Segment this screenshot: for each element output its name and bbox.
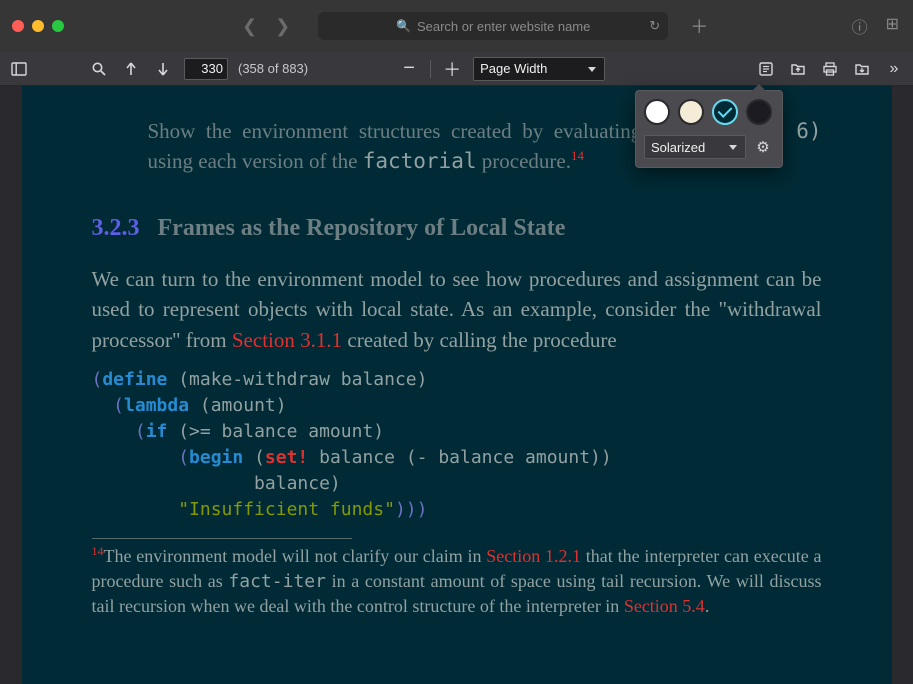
code-keyword: define [102, 369, 167, 390]
pdf-page: Show the environment structures created … [22, 86, 892, 684]
grid-icon[interactable]: ⊞ [886, 14, 899, 38]
window-controls [12, 20, 64, 32]
zoom-select-label: Page Width [480, 61, 547, 76]
document-viewport[interactable]: Show the environment structures created … [0, 86, 913, 684]
theme-select[interactable]: Solarized [644, 135, 746, 159]
sidebar-toggle-button[interactable] [8, 58, 30, 80]
zoom-in-button[interactable]: ＋ [441, 58, 463, 80]
info-icon[interactable]: ⓘ [852, 14, 868, 38]
separator [430, 60, 431, 78]
code-text: ( [243, 447, 265, 468]
theme-swatch[interactable] [678, 99, 704, 125]
code-paren: ( [92, 369, 103, 390]
forward-button[interactable]: ❯ [275, 16, 290, 37]
pdf-toolbar: (358 of 883) − ＋ Page Width » [0, 52, 913, 86]
section-heading: 3.2.3 Frames as the Repository of Local S… [92, 211, 822, 246]
back-button[interactable]: ❮ [242, 16, 257, 37]
text-run: The environment model will not clarify o… [104, 546, 487, 566]
code-block: (define (make-withdraw balance) (lambda … [92, 367, 822, 524]
theme-popover: Solarized ⚙ [635, 90, 783, 168]
code-inline: factorial [363, 149, 477, 173]
theme-select-row: Solarized ⚙ [644, 135, 774, 159]
code-paren: ( [92, 395, 125, 416]
open-file-button[interactable] [787, 58, 809, 80]
prev-page-button[interactable] [120, 58, 142, 80]
find-button[interactable] [88, 58, 110, 80]
code-text: balance) [92, 473, 341, 494]
section-title: Frames as the Repository of Local State [158, 215, 566, 241]
footnote-separator [92, 538, 352, 539]
reader-theme-button[interactable] [755, 58, 777, 80]
code-keyword: lambda [124, 395, 189, 416]
minimize-window-button[interactable] [32, 20, 44, 32]
theme-swatch[interactable] [644, 99, 670, 125]
section-link[interactable]: Section 1.2.1 [486, 546, 581, 566]
section-link[interactable]: Section 5.4 [624, 596, 705, 616]
page-count-label: (358 of 883) [238, 61, 308, 76]
new-tab-button[interactable]: ＋ [690, 13, 708, 39]
code-keyword: begin [189, 447, 243, 468]
browser-right-controls: ⓘ ⊞ [852, 14, 899, 38]
nav-arrows: ❮ ❯ [242, 16, 290, 37]
maximize-window-button[interactable] [52, 20, 64, 32]
zoom-select[interactable]: Page Width [473, 57, 605, 81]
search-icon: 🔍 [396, 19, 411, 33]
theme-swatch[interactable] [746, 99, 772, 125]
next-page-button[interactable] [152, 58, 174, 80]
text-run: . [705, 596, 710, 616]
theme-swatch[interactable] [712, 99, 738, 125]
pdf-right-controls: » [755, 58, 905, 80]
gear-icon[interactable]: ⚙ [752, 136, 774, 158]
section-link[interactable]: Section 3.1.1 [232, 328, 342, 352]
footnote-number: 14 [92, 544, 104, 558]
code-text: balance (- balance amount)) [308, 447, 611, 468]
print-button[interactable] [819, 58, 841, 80]
page-number-input[interactable] [184, 58, 228, 80]
text-run: Show the environment structures created … [148, 119, 652, 143]
text-run: created by calling the procedure [342, 328, 617, 352]
paragraph: We can turn to the environment model to … [92, 264, 822, 355]
text-run: using each version of the [148, 149, 363, 173]
swatch-row [644, 99, 774, 125]
code-paren: ))) [395, 499, 428, 520]
section-number: 3.2.3 [92, 215, 140, 241]
code-paren: ( [92, 447, 190, 468]
theme-select-label: Solarized [651, 140, 705, 155]
tools-menu-button[interactable]: » [883, 58, 905, 80]
url-placeholder: Search or enter website name [417, 19, 590, 34]
code-text: (amount) [189, 395, 287, 416]
close-window-button[interactable] [12, 20, 24, 32]
code-string: "Insufficient funds" [178, 499, 395, 520]
url-bar[interactable]: 🔍 Search or enter website name ↻ [318, 12, 668, 40]
code-text: (make-withdraw balance) [167, 369, 427, 390]
reload-button[interactable]: ↻ [649, 18, 660, 34]
zoom-out-button[interactable]: − [398, 58, 420, 80]
code-text: (>= balance amount) [167, 421, 384, 442]
browser-toolbar: ❮ ❯ 🔍 Search or enter website name ↻ ＋ ⓘ… [0, 0, 913, 52]
code-text [92, 499, 179, 520]
download-button[interactable] [851, 58, 873, 80]
footnote: 14The environment model will not clarify… [92, 543, 822, 620]
code-inline: fact-iter [228, 571, 326, 592]
text-run: procedure. [482, 149, 571, 173]
footnote-ref[interactable]: 14 [571, 148, 584, 163]
code-keyword: set! [265, 447, 308, 468]
code-paren: ( [92, 421, 146, 442]
code-keyword: if [146, 421, 168, 442]
